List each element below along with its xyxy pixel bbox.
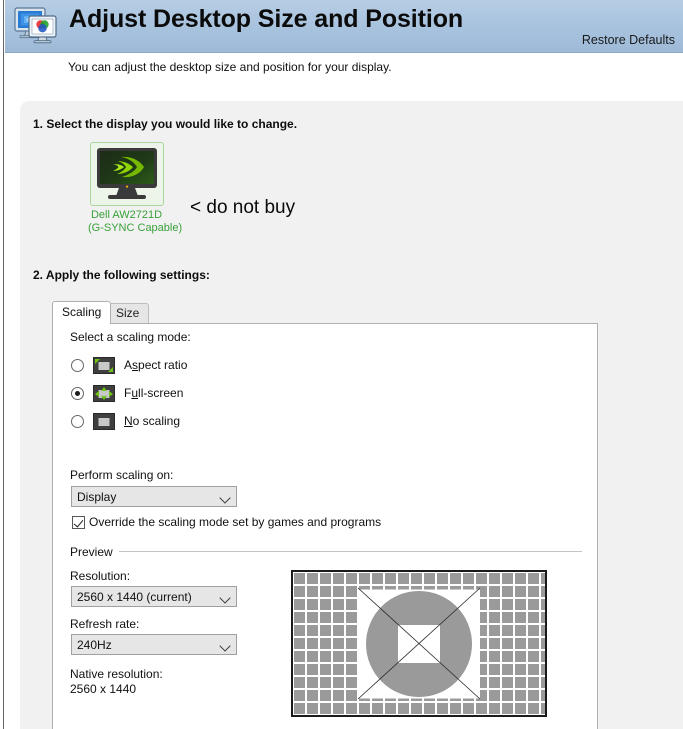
- preview-group-rule: [70, 551, 582, 552]
- chevron-down-icon: [219, 492, 230, 503]
- radio-no-scaling[interactable]: [71, 415, 84, 428]
- radio-aspect-ratio[interactable]: [71, 359, 84, 372]
- scaling-mode-group-label: Select a scaling mode:: [70, 330, 191, 344]
- resolution-label: Resolution:: [70, 569, 130, 583]
- radio-full-screen[interactable]: [71, 387, 84, 400]
- tab-size[interactable]: Size: [106, 303, 149, 323]
- refresh-rate-value: 240Hz: [77, 638, 112, 652]
- window-left-border: [0, 0, 4, 729]
- perform-scaling-on-dropdown[interactable]: Display: [71, 486, 237, 507]
- chevron-down-icon: [219, 592, 230, 603]
- refresh-rate-label: Refresh rate:: [70, 617, 139, 631]
- nvidia-monitor-icon[interactable]: [90, 142, 164, 206]
- annotation-note: < do not buy: [190, 197, 295, 219]
- display-caption: Dell AW2721D (G-SYNC Capable): [88, 209, 165, 235]
- page-header: Adjust Desktop Size and Position Restore…: [5, 0, 683, 53]
- radio-label-no-scaling: No scaling: [124, 414, 180, 428]
- display-name: Dell AW2721D: [91, 209, 162, 221]
- tab-scaling[interactable]: Scaling: [52, 301, 111, 324]
- native-resolution-value: 2560 x 1440: [70, 682, 136, 696]
- monitor-color-icon: [14, 7, 58, 45]
- restore-defaults-link[interactable]: Restore Defaults: [582, 33, 675, 47]
- perform-scaling-on-value: Display: [77, 490, 116, 504]
- radio-label-full-screen: Full-screen: [124, 386, 183, 400]
- refresh-rate-dropdown[interactable]: 240Hz: [71, 634, 237, 655]
- radio-label-aspect-ratio: Aspect ratio: [124, 358, 187, 372]
- override-scaling-label: Override the scaling mode set by games a…: [89, 515, 381, 529]
- page-title: Adjust Desktop Size and Position: [69, 5, 463, 34]
- chevron-down-icon: [219, 640, 230, 651]
- perform-scaling-on-label: Perform scaling on:: [70, 468, 173, 482]
- step1-label: 1. Select the display you would like to …: [33, 117, 297, 131]
- display-capability: (G-SYNC Capable): [88, 222, 165, 235]
- pattern-diagonals: [293, 572, 545, 715]
- tabstrip: Scaling Size: [52, 301, 598, 323]
- preview-group-legend: Preview: [70, 545, 119, 559]
- native-resolution-label: Native resolution:: [70, 667, 163, 681]
- preview-test-pattern: [291, 570, 547, 717]
- override-scaling-checkbox[interactable]: [72, 516, 85, 529]
- resolution-dropdown[interactable]: 2560 x 1440 (current): [71, 586, 237, 607]
- step2-label: 2. Apply the following settings:: [33, 268, 210, 282]
- intro-text: You can adjust the desktop size and posi…: [68, 60, 392, 74]
- resolution-value: 2560 x 1440 (current): [77, 590, 192, 604]
- no-scaling-icon: [93, 413, 115, 430]
- aspect-ratio-icon: [93, 357, 115, 374]
- full-screen-icon: [93, 385, 115, 402]
- display-selector-item[interactable]: Dell AW2721D (G-SYNC Capable): [88, 142, 165, 235]
